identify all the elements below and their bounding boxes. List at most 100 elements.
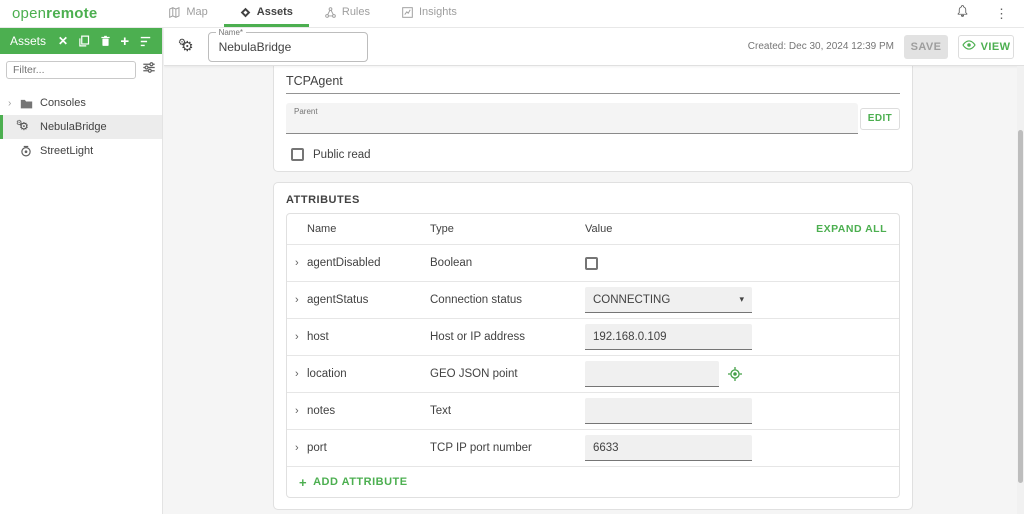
select-value: CONNECTING [593, 293, 671, 306]
add-asset-icon[interactable]: + [120, 33, 129, 50]
add-attribute-label: ADD ATTRIBUTE [313, 476, 408, 488]
tab-assets[interactable]: Assets [223, 0, 309, 27]
attribute-value-cell: 192.168.0.109 [585, 324, 899, 350]
logo-open: open [12, 5, 47, 22]
chevron-right-icon[interactable]: › [295, 294, 307, 306]
agent-cogs-icon: ⚙ ⚙ [178, 36, 194, 54]
tree-item-consoles[interactable]: › Consoles [0, 91, 162, 115]
parent-field-label: Parent [294, 107, 318, 116]
vertical-scrollbar[interactable] [1017, 66, 1024, 514]
tree-item-streetlight[interactable]: StreetLight [0, 139, 162, 163]
sidebar-title: Assets [10, 34, 47, 48]
openremote-logo[interactable]: open remote [0, 0, 111, 27]
attribute-row: › notes Text [287, 392, 899, 429]
chevron-right-icon[interactable]: › [295, 405, 307, 417]
agent-type-field: TCPAgent [286, 74, 900, 94]
asset-header: ⚙ ⚙ Name* NebulaBridge Created: Dec 30, 2… [164, 27, 1024, 66]
close-icon[interactable]: ✕ [58, 34, 68, 48]
app-bar: open remote Map Assets Rules Insights ⋮ [0, 0, 1024, 28]
parent-field[interactable]: Parent [286, 103, 858, 134]
attribute-row: › location GEO JSON point [287, 355, 899, 392]
expand-all-button[interactable]: EXPAND ALL [816, 223, 899, 235]
tab-label: Map [186, 6, 208, 18]
asset-tree-sidebar: Assets ✕ + Filter... › Consoles ⚙ ⚙ Nebu… [0, 28, 163, 514]
attribute-value-input[interactable]: 192.168.0.109 [585, 324, 752, 350]
tune-filter-icon[interactable] [142, 61, 156, 79]
tab-label: Rules [341, 6, 370, 18]
folder-icon [18, 98, 34, 109]
scrollbar-thumb[interactable] [1018, 130, 1023, 483]
chevron-right-icon[interactable]: › [8, 98, 18, 109]
asset-info-card: TCPAgent Parent EDIT Public read [273, 66, 913, 172]
copy-icon[interactable] [78, 35, 90, 47]
tree-item-label: Consoles [40, 97, 86, 109]
column-header-value: Value [585, 223, 613, 235]
parent-row: Parent EDIT [286, 103, 900, 134]
attribute-value-checkbox[interactable] [585, 256, 598, 270]
tab-map[interactable]: Map [153, 0, 223, 27]
attribute-value-input[interactable] [585, 361, 719, 387]
tab-rules[interactable]: Rules [309, 0, 386, 27]
input-value: 6633 [593, 441, 619, 454]
chevron-right-icon[interactable]: › [295, 331, 307, 343]
asset-tree-toolbar: Assets ✕ + [0, 28, 162, 54]
save-button[interactable]: SAVE [904, 34, 948, 59]
filter-placeholder: Filter... [13, 64, 45, 76]
chevron-right-icon[interactable]: › [295, 368, 307, 380]
attribute-value-input[interactable] [585, 398, 752, 424]
attribute-value-cell: CONNECTING ▾ [585, 287, 899, 313]
attribute-name: host [307, 331, 329, 343]
attribute-value-cell: 6633 [585, 435, 899, 461]
overflow-menu-icon[interactable]: ⋮ [995, 7, 1008, 20]
asset-detail-panel: ⚙ ⚙ Name* NebulaBridge Created: Dec 30, 2… [164, 27, 1024, 514]
add-attribute-button[interactable]: + ADD ATTRIBUTE [287, 466, 899, 497]
attribute-value-cell [585, 256, 899, 270]
attribute-value-select[interactable]: CONNECTING ▾ [585, 287, 752, 313]
attribute-name: notes [307, 405, 336, 417]
attributes-table-body: › agentDisabled Boolean › agentStatus Connect… [287, 244, 899, 466]
attribute-type: Host or IP address [430, 331, 526, 343]
main-nav-tabs: Map Assets Rules Insights [153, 0, 473, 27]
tree-item-label: StreetLight [40, 145, 94, 157]
delete-icon[interactable] [100, 35, 111, 47]
created-timestamp: Created: Dec 30, 2024 12:39 PM [747, 41, 894, 52]
name-field-value: NebulaBridge [218, 39, 292, 54]
tab-insights[interactable]: Insights [386, 0, 473, 27]
attributes-table: Name Type Value EXPAND ALL › agentDisable… [286, 213, 900, 498]
public-read-label: Public read [313, 148, 371, 161]
chevron-down-icon: ▾ [739, 294, 744, 304]
attribute-row: › port TCP IP port number 6633 [287, 429, 899, 466]
attribute-value-cell [585, 361, 899, 387]
tree-item-nebulabridge[interactable]: ⚙ ⚙ NebulaBridge [0, 115, 162, 139]
asset-name-field[interactable]: Name* NebulaBridge [207, 27, 368, 62]
attribute-value-input[interactable]: 6633 [585, 435, 752, 461]
logo-remote: remote [46, 5, 98, 22]
eye-icon [961, 40, 976, 53]
public-read-checkbox[interactable] [291, 148, 304, 161]
asset-tree: › Consoles ⚙ ⚙ NebulaBridge StreetLight [0, 91, 162, 163]
app-bar-right: ⋮ [956, 0, 1024, 27]
notifications-bell-icon[interactable] [956, 4, 969, 23]
column-header-name: Name [307, 223, 337, 235]
attribute-type: Boolean [430, 257, 473, 269]
attribute-type: TCP IP port number [430, 442, 532, 454]
attribute-name: location [307, 368, 347, 380]
attribute-type: Text [430, 405, 452, 417]
attribute-row: › agentDisabled Boolean [287, 244, 899, 281]
header-actions: Created: Dec 30, 2024 12:39 PM SAVE VIEW [747, 34, 1024, 59]
plus-icon: + [299, 474, 308, 490]
chevron-right-icon[interactable]: › [295, 257, 307, 269]
streetlight-icon [18, 145, 34, 157]
chevron-right-icon[interactable]: › [295, 442, 307, 454]
attribute-type: GEO JSON point [430, 368, 518, 380]
view-button[interactable]: VIEW [958, 34, 1014, 59]
sort-icon[interactable] [139, 36, 152, 47]
tab-label: Assets [256, 6, 293, 18]
crosshairs-gps-icon[interactable] [728, 367, 742, 381]
attribute-row: › agentStatus Connection status CONNECTING ▾ [287, 281, 899, 318]
tab-label: Insights [419, 6, 457, 18]
edit-parent-button[interactable]: EDIT [860, 107, 900, 130]
attribute-name: port [307, 442, 327, 454]
filter-row: Filter... [0, 54, 162, 85]
filter-input[interactable]: Filter... [6, 61, 136, 79]
